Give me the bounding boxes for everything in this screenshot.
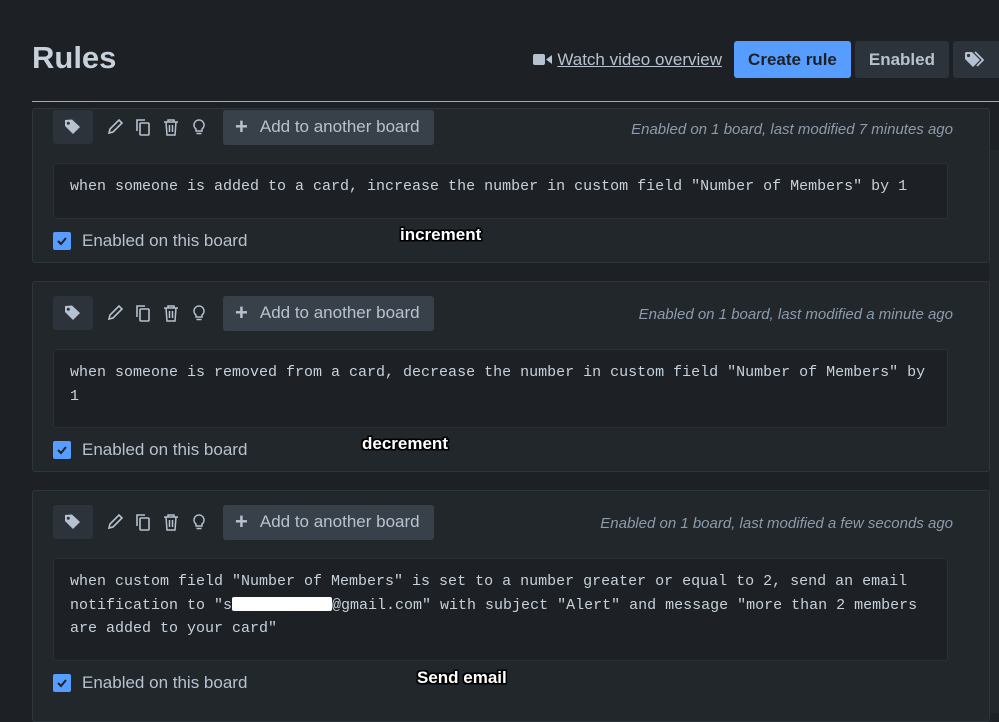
- tag-icon: [65, 514, 80, 529]
- rule-insights-button[interactable]: [189, 512, 209, 532]
- enabled-label: Enabled on this board: [82, 231, 248, 250]
- pencil-icon: [107, 304, 124, 321]
- delete-rule-button[interactable]: [161, 512, 181, 532]
- enabled-checkbox[interactable]: [53, 232, 71, 250]
- redacted-email: [232, 596, 333, 611]
- rule-tag-button[interactable]: [53, 110, 93, 144]
- rule-card: + Add to another board Enabled on 1 boar…: [32, 108, 990, 263]
- header-divider: [32, 101, 999, 102]
- rule-tag-button[interactable]: [53, 296, 93, 330]
- delete-rule-button[interactable]: [161, 117, 181, 137]
- trash-icon: [164, 119, 178, 136]
- video-camera-icon: [533, 54, 553, 65]
- add-to-another-board-button[interactable]: + Add to another board: [223, 109, 434, 145]
- lightbulb-icon: [193, 514, 205, 530]
- pencil-icon: [107, 118, 124, 135]
- copy-icon: [136, 119, 150, 136]
- watch-video-label[interactable]: Watch video overview: [557, 50, 722, 70]
- tag-icon: [65, 305, 80, 320]
- add-board-label: Add to another board: [259, 303, 420, 322]
- trash-icon: [164, 514, 178, 531]
- rule-enabled-toggle[interactable]: Enabled on this board: [53, 440, 247, 460]
- page-title: Rules: [32, 40, 117, 75]
- rule-meta: Enabled on 1 board, last modified 7 minu…: [631, 121, 953, 138]
- edit-rule-button[interactable]: [105, 303, 125, 323]
- lightbulb-icon: [193, 305, 205, 321]
- tags-button[interactable]: [953, 41, 999, 78]
- watch-video-link[interactable]: Watch video overview: [533, 50, 722, 70]
- add-board-label: Add to another board: [259, 512, 420, 531]
- checkmark-icon: [57, 237, 67, 246]
- delete-rule-button[interactable]: [161, 303, 181, 323]
- rule-tag-button[interactable]: [53, 505, 93, 539]
- add-board-label: Add to another board: [259, 117, 420, 136]
- rule-meta: Enabled on 1 board, last modified a few …: [600, 515, 953, 532]
- rule-toolbar: + Add to another board: [53, 504, 434, 540]
- tag-icon: [65, 119, 80, 134]
- enabled-label: Enabled on this board: [82, 440, 248, 459]
- checkmark-icon: [57, 446, 67, 455]
- enabled-label: Enabled on this board: [82, 673, 248, 692]
- plus-icon: +: [235, 300, 248, 325]
- rule-enabled-toggle[interactable]: Enabled on this board: [53, 673, 247, 693]
- enabled-checkbox[interactable]: [53, 674, 71, 692]
- copy-rule-button[interactable]: [133, 117, 153, 137]
- enabled-checkbox[interactable]: [53, 441, 71, 459]
- annotation-label: Send email: [417, 668, 507, 687]
- annotation-label: decrement: [362, 434, 448, 453]
- copy-rule-button[interactable]: [133, 512, 153, 532]
- tags-icon: [965, 50, 985, 67]
- rule-description: when someone is added to a card, increas…: [53, 163, 948, 219]
- rule-description: when custom field "Number of Members" is…: [53, 558, 948, 661]
- annotation-label: increment: [400, 225, 482, 244]
- lightbulb-icon: [193, 119, 205, 135]
- header-actions: Watch video overview Create rule Enabled: [533, 41, 999, 78]
- rule-description: when someone is removed from a card, dec…: [53, 349, 948, 428]
- rule-card: + Add to another board Enabled on 1 boar…: [32, 281, 990, 472]
- copy-rule-button[interactable]: [133, 303, 153, 323]
- rule-toolbar: + Add to another board: [53, 109, 434, 145]
- add-to-another-board-button[interactable]: + Add to another board: [223, 504, 434, 540]
- checkmark-icon: [57, 679, 67, 688]
- edit-rule-button[interactable]: [105, 512, 125, 532]
- rule-insights-button[interactable]: [189, 303, 209, 323]
- rule-insights-button[interactable]: [189, 117, 209, 137]
- plus-icon: +: [235, 509, 248, 534]
- add-to-another-board-button[interactable]: + Add to another board: [223, 295, 434, 331]
- rule-meta: Enabled on 1 board, last modified a minu…: [638, 306, 953, 323]
- page-header: Rules Watch video overview Create rule E…: [0, 0, 999, 102]
- enabled-filter-button[interactable]: Enabled: [854, 41, 949, 78]
- rule-card: + Add to another board Enabled on 1 boar…: [32, 490, 990, 722]
- plus-icon: +: [235, 114, 248, 139]
- rule-toolbar: + Add to another board: [53, 295, 434, 331]
- copy-icon: [136, 514, 150, 531]
- scrollbar-track[interactable]: [989, 150, 999, 713]
- pencil-icon: [107, 513, 124, 530]
- edit-rule-button[interactable]: [105, 117, 125, 137]
- create-rule-button[interactable]: Create rule: [734, 41, 851, 78]
- copy-icon: [136, 305, 150, 322]
- rule-enabled-toggle[interactable]: Enabled on this board: [53, 231, 247, 251]
- trash-icon: [164, 305, 178, 322]
